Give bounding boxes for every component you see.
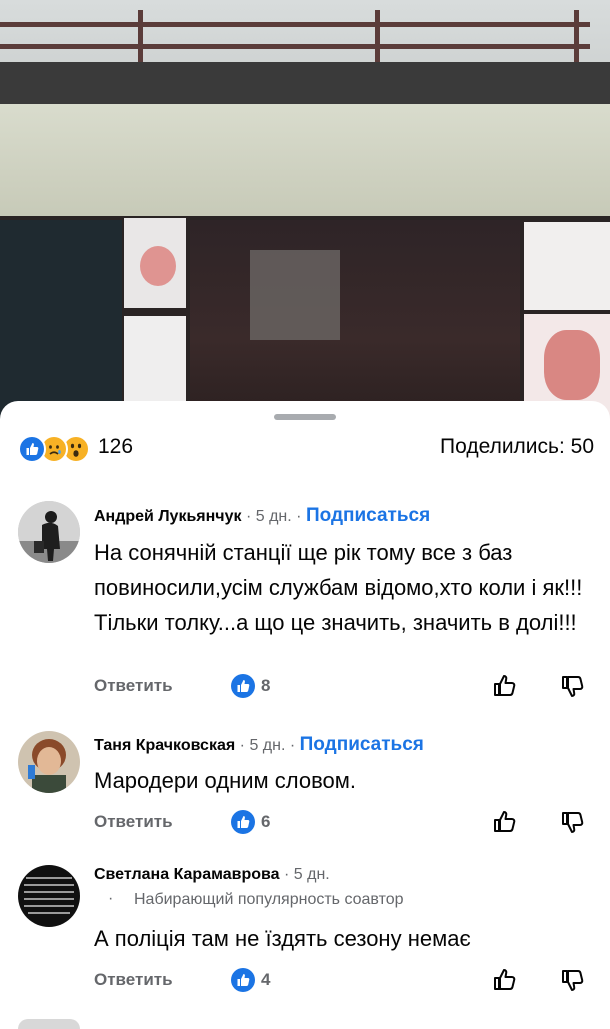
separator-dot: ·	[245, 508, 256, 525]
like-count[interactable]: 8	[261, 676, 270, 696]
thumbs-up-icon[interactable]	[492, 809, 518, 835]
comment-time: 5 дн.	[249, 737, 286, 754]
like-icon	[18, 435, 46, 463]
comment-author[interactable]: Светлана Карамаврова	[94, 866, 280, 883]
comment-actions: Ответить 4	[0, 967, 610, 997]
photo-railing	[138, 10, 143, 66]
like-badge-icon	[231, 968, 255, 992]
comment-actions: Ответить 6	[0, 809, 610, 839]
avatar[interactable]	[18, 865, 80, 927]
comment-actions: Ответить 8	[0, 673, 610, 703]
photo-graffiti	[544, 330, 600, 400]
post-photo[interactable]	[0, 0, 610, 420]
comment-header: Андрей Лукьянчук · 5 дн. · Подписаться	[94, 505, 430, 527]
thumbs-up-icon[interactable]	[492, 673, 518, 699]
avatar-image	[18, 501, 80, 563]
comments-sheet: 126 Поделились: 50 Андрей Лукьянчук · 5 …	[0, 401, 610, 1029]
reactions-summary[interactable]: 126 Поделились: 50	[18, 431, 594, 465]
contributor-badge: Набирающий популярность соавтор	[134, 891, 404, 908]
avatar[interactable]	[18, 731, 80, 793]
separator-dot: ·	[239, 737, 250, 754]
photo-doorway	[190, 220, 520, 420]
shares-count[interactable]: Поделились: 50	[440, 435, 594, 459]
like-count[interactable]: 4	[261, 970, 270, 990]
comment-text: На сонячній станції ще рік тому все з ба…	[94, 540, 583, 635]
avatar-image	[18, 865, 80, 927]
badge-dot: ·	[108, 890, 114, 907]
photo-railing	[0, 44, 590, 49]
comment-text: А поліція там не їздять сезону немає	[94, 926, 471, 951]
avatar[interactable]	[18, 501, 80, 563]
photo-railing	[0, 22, 590, 27]
comment-header: Таня Крачковская · 5 дн. · Подписаться	[94, 734, 424, 756]
thumbs-down-icon[interactable]	[560, 673, 586, 699]
subscribe-button[interactable]: Подписаться	[306, 505, 430, 526]
comment-time: 5 дн.	[255, 508, 292, 525]
photo-kiosk-panel	[524, 222, 610, 310]
avatar[interactable]	[18, 1019, 80, 1029]
photo-graffiti	[140, 246, 176, 286]
comment-author[interactable]: Андрей Лукьянчук	[94, 508, 242, 525]
separator-dot: ·	[296, 508, 306, 525]
photo-fascia	[0, 104, 610, 216]
photo-curtain	[250, 250, 340, 340]
separator-dot: ·	[283, 866, 294, 883]
reaction-count[interactable]: 126	[98, 435, 133, 459]
drag-handle[interactable]	[274, 414, 336, 420]
like-count[interactable]: 6	[261, 812, 270, 832]
subscribe-button[interactable]: Подписаться	[300, 734, 424, 755]
thumbs-down-icon[interactable]	[560, 967, 586, 993]
photo-roof	[0, 62, 610, 106]
reply-button[interactable]: Ответить	[94, 812, 173, 832]
thumbs-down-icon[interactable]	[560, 809, 586, 835]
comment-header: Светлана Карамаврова · 5 дн.	[94, 866, 330, 884]
comment-text: Мародери одним словом.	[94, 768, 357, 793]
like-badge-icon	[231, 674, 255, 698]
reply-button[interactable]: Ответить	[94, 970, 173, 990]
avatar-image	[18, 731, 80, 793]
comment-author[interactable]: Таня Крачковская	[94, 737, 235, 754]
comment-time: 5 дн.	[293, 866, 330, 883]
reaction-icons	[18, 435, 98, 463]
like-badge-icon	[231, 810, 255, 834]
thumbs-up-icon[interactable]	[492, 967, 518, 993]
photo-kiosk-panel	[0, 220, 122, 420]
reply-button[interactable]: Ответить	[94, 676, 173, 696]
separator-dot: ·	[289, 737, 300, 754]
